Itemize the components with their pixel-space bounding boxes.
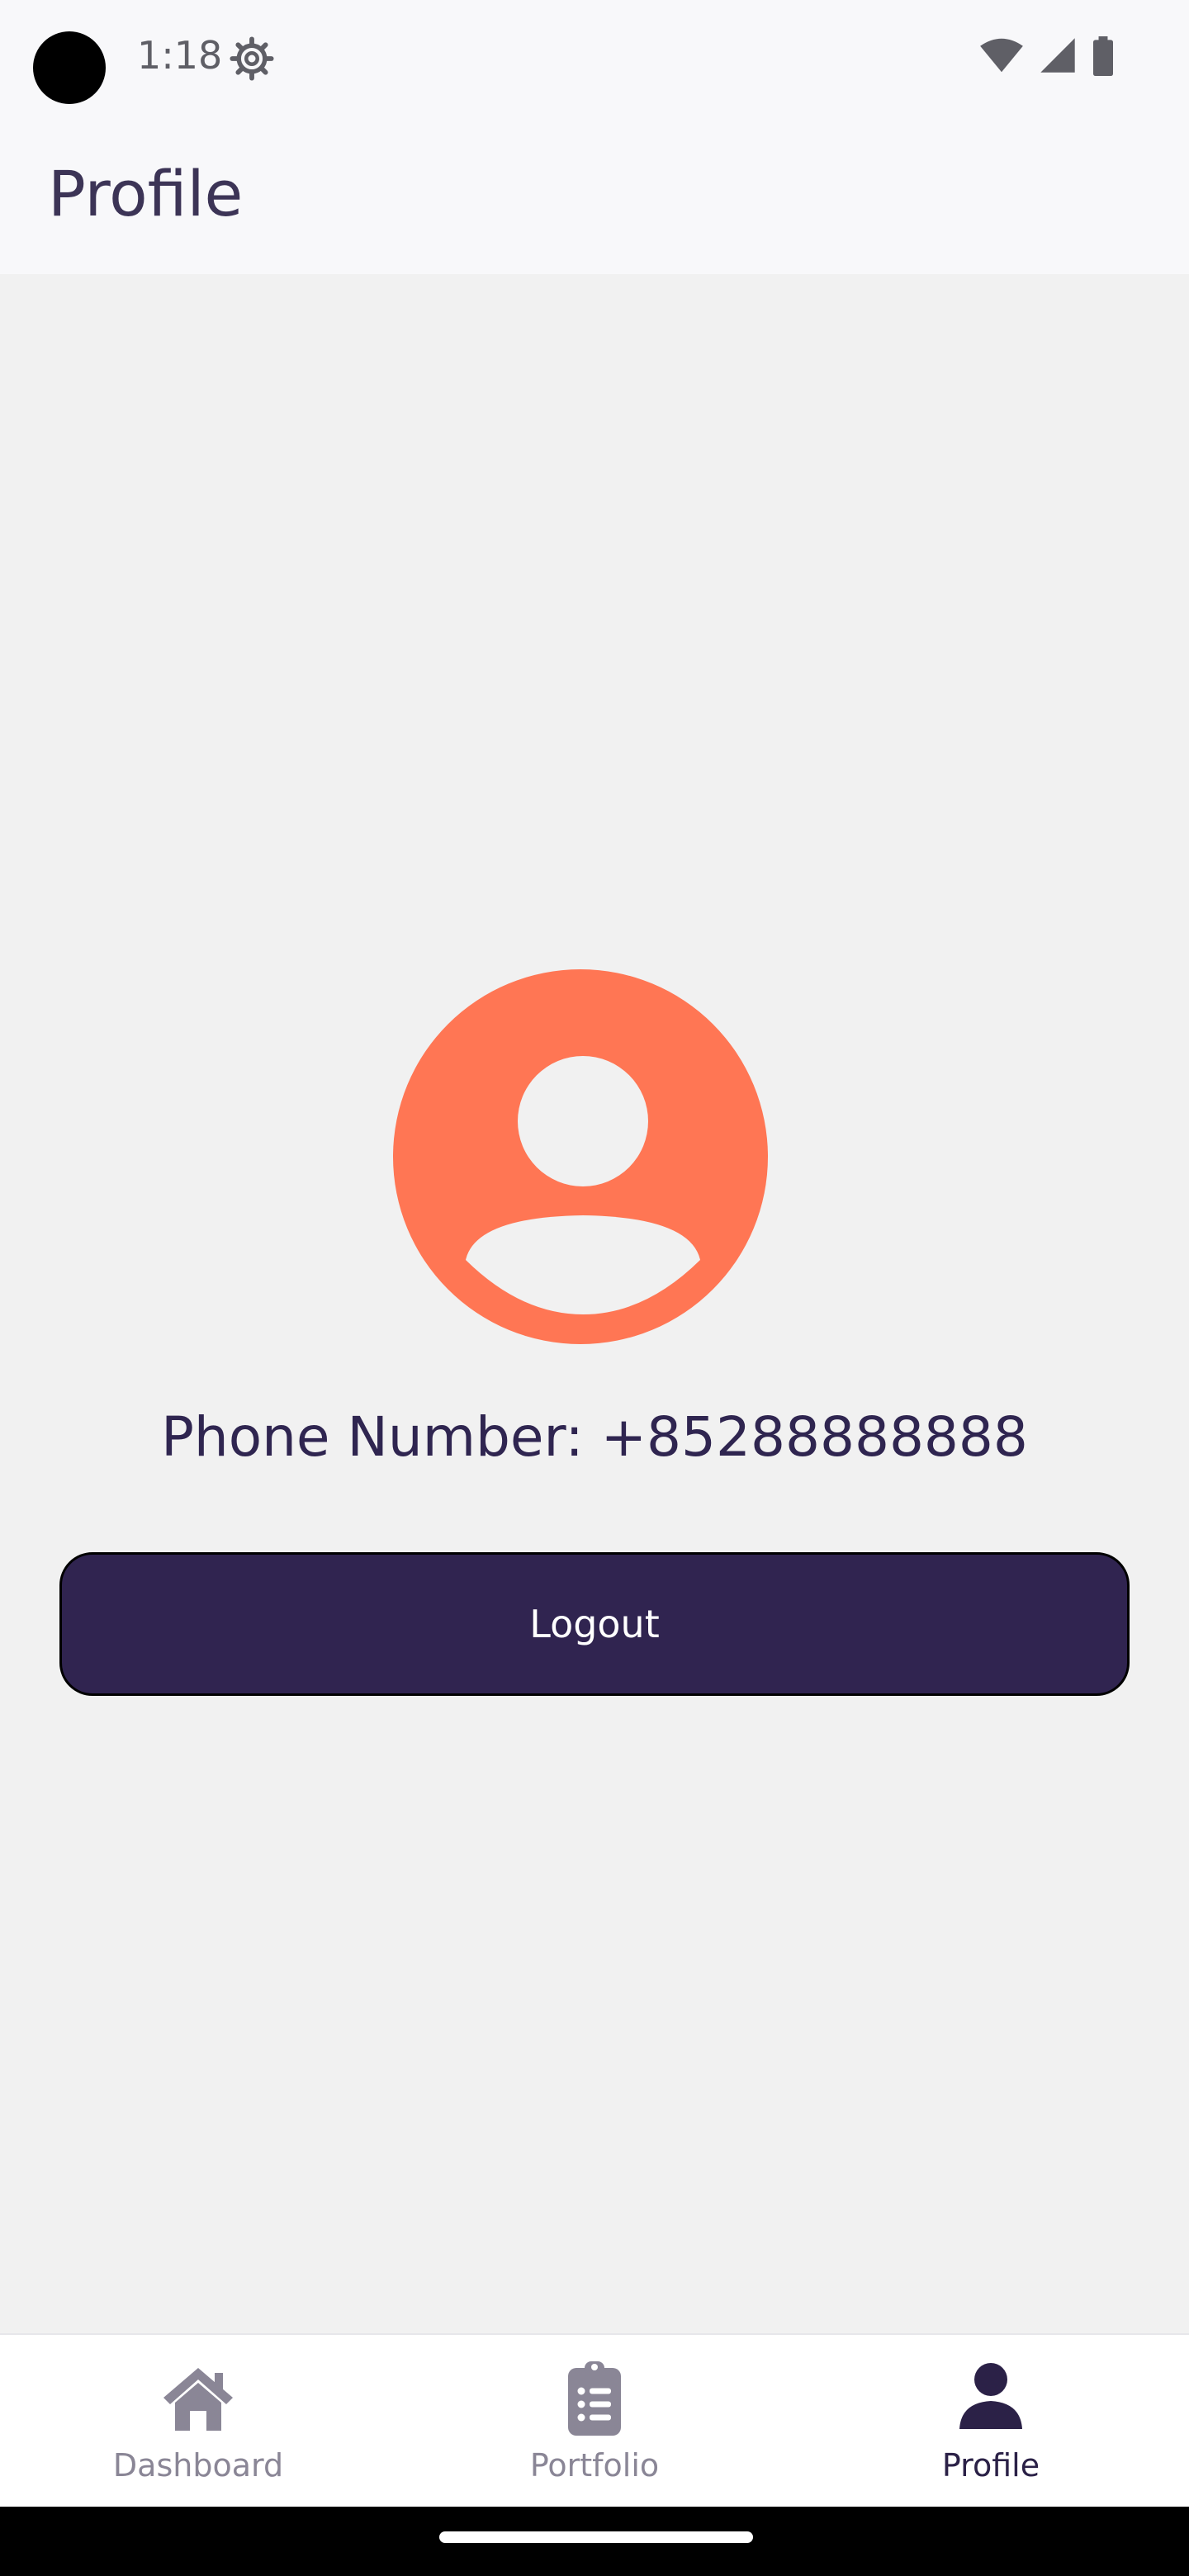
nav-item-dashboard[interactable]: Dashboard (0, 2335, 396, 2507)
status-icons (979, 36, 1115, 78)
account-circle-icon (393, 969, 768, 1344)
status-bar: 1:18 (0, 0, 1189, 116)
profile-content: Phone Number: +85288888888 Logout (0, 274, 1189, 2333)
home-indicator[interactable] (439, 2531, 753, 2543)
nav-item-portfolio[interactable]: Portfolio (396, 2335, 793, 2507)
nav-label-profile: Profile (941, 2447, 1040, 2484)
bottom-navigation: Dashboard Portfolio Profile (0, 2333, 1189, 2507)
battery-icon (1093, 36, 1113, 76)
nav-label-portfolio: Portfolio (529, 2447, 660, 2484)
nav-item-profile[interactable]: Profile (793, 2335, 1189, 2507)
person-icon (959, 2363, 1022, 2429)
phone-number-text: Phone Number: +85288888888 (161, 1405, 1028, 1469)
wifi-icon (980, 38, 1023, 73)
home-icon (163, 2368, 233, 2431)
camera-cutout (33, 31, 106, 104)
nav-label-dashboard: Dashboard (112, 2447, 284, 2484)
status-time: 1:18 (137, 33, 223, 78)
system-navigation-bar (0, 2507, 1189, 2576)
clipboard-list-icon (568, 2361, 621, 2436)
screen: 1:18 Profile Phone Number: +85288888888 … (0, 0, 1189, 2576)
page-title: Profile (48, 157, 244, 230)
app-bar: Profile (0, 116, 1189, 274)
settings-icon (230, 36, 274, 81)
logout-button[interactable]: Logout (59, 1552, 1130, 1696)
cellular-signal-icon (1040, 38, 1075, 73)
avatar-silhouette (466, 1056, 700, 1314)
